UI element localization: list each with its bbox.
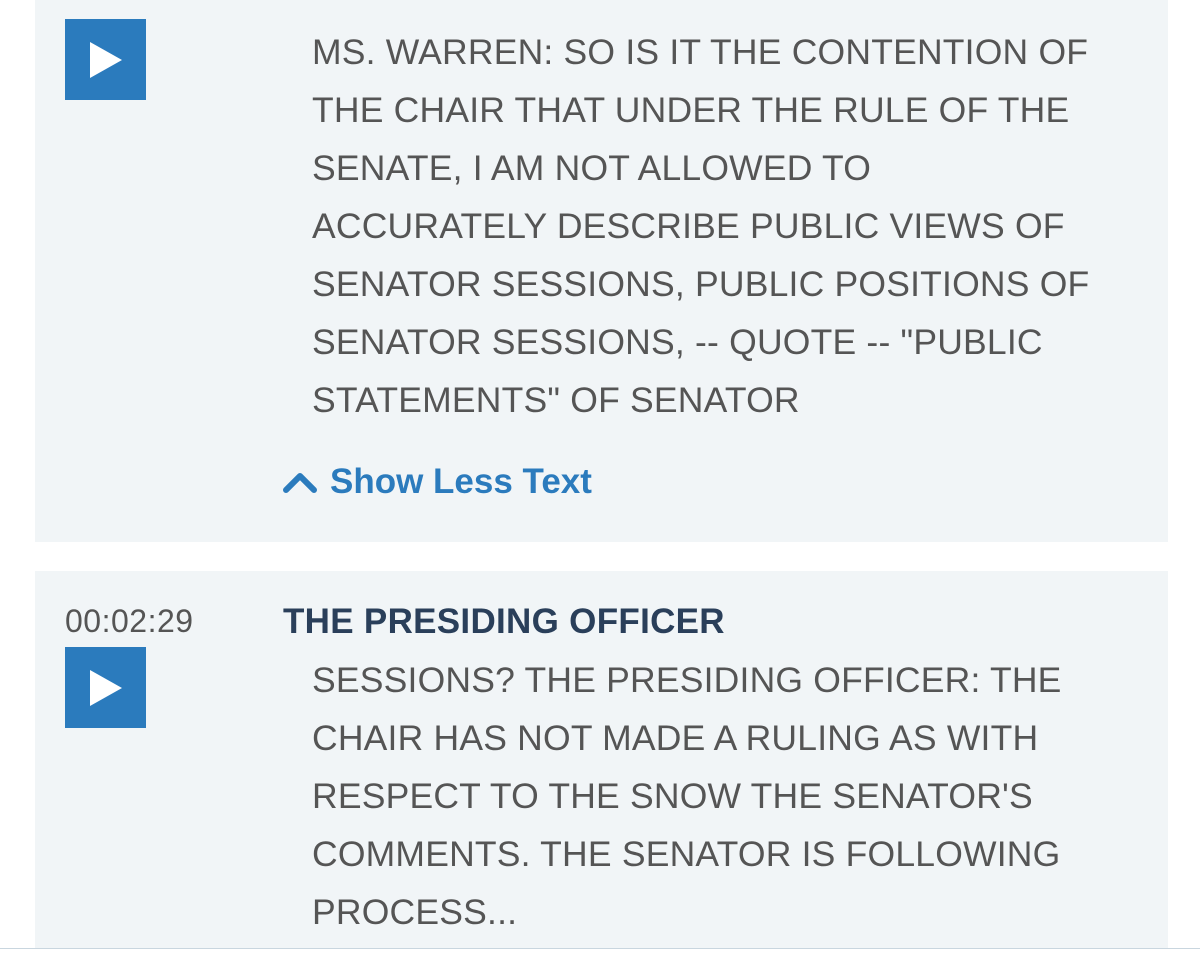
play-icon [89,669,122,706]
transcript-entry: MS. WARREN: SO IS IT THE CONTENTION OF T… [35,0,1168,542]
show-less-text-link[interactable]: Show Less Text [282,462,592,502]
play-button[interactable] [65,647,146,728]
transcript-text: SESSIONS? THE PRESIDING OFFICER: THE CHA… [312,660,1062,932]
speaker-name: THE PRESIDING OFFICER [283,602,725,641]
transcript-entry: 00:02:29 THE PRESIDING OFFICER SESSIONS?… [35,571,1168,949]
show-less-text-label: Show Less Text [330,462,592,501]
divider [0,948,1200,949]
play-button[interactable] [65,19,146,100]
play-icon [89,41,122,78]
chevron-up-icon [283,473,317,493]
transcript-text: MS. WARREN: SO IS IT THE CONTENTION OF T… [312,32,1090,420]
transcript-page: MS. WARREN: SO IS IT THE CONTENTION OF T… [0,0,1200,975]
timestamp: 00:02:29 [65,603,194,639]
